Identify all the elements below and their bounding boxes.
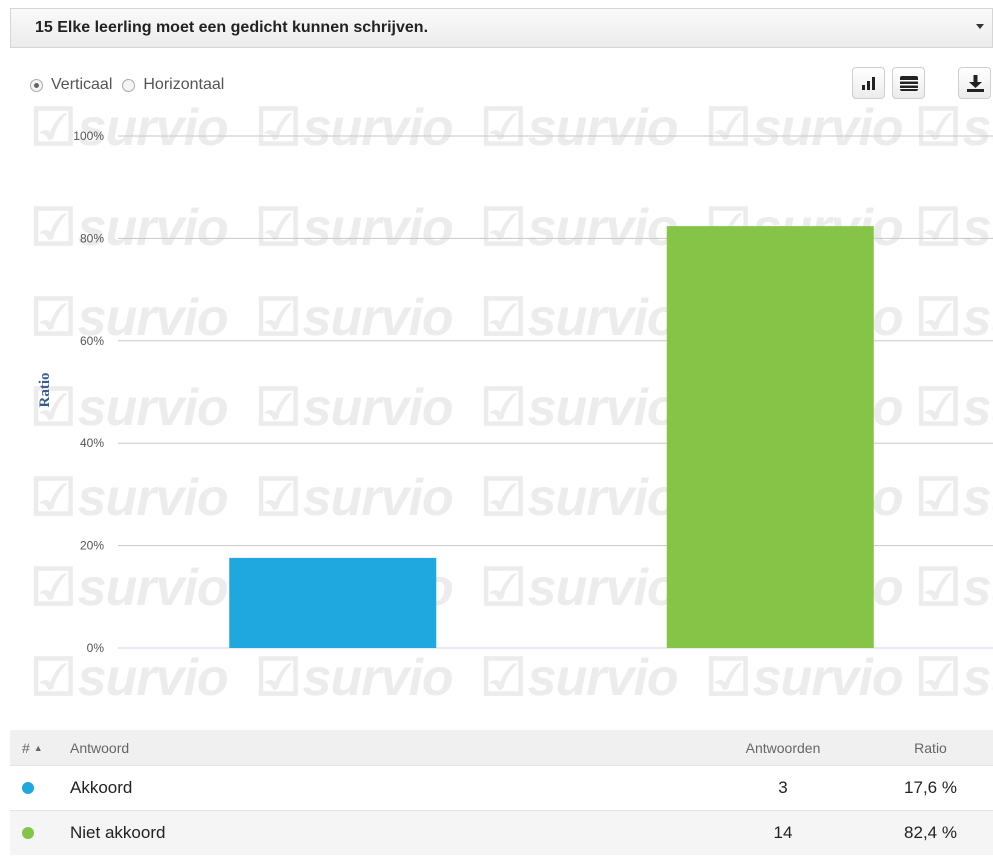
bar-chart-view-button[interactable] bbox=[852, 67, 885, 99]
bar-chart-icon bbox=[862, 77, 875, 90]
col-num-header[interactable]: # ▲ bbox=[10, 740, 58, 756]
y-tick-label: 60% bbox=[80, 334, 104, 348]
download-icon bbox=[967, 75, 984, 92]
col-ratio-header[interactable]: Ratio bbox=[868, 740, 993, 756]
y-tick-label: 20% bbox=[80, 539, 104, 553]
row-answer: Akkoord bbox=[70, 778, 133, 797]
row-count: 3 bbox=[778, 778, 788, 797]
y-tick-label: 100% bbox=[73, 129, 104, 143]
radio-horizontal-label: Horizontaal bbox=[143, 76, 225, 93]
series-color-dot bbox=[22, 782, 34, 794]
bar-niet-akkoord[interactable] bbox=[666, 226, 874, 648]
series-color-dot bbox=[22, 827, 34, 839]
table-row: Akkoord 3 17,6 % bbox=[10, 765, 993, 810]
col-answer-header[interactable]: Antwoord bbox=[58, 740, 698, 756]
y-tick-label: 0% bbox=[87, 641, 105, 655]
y-axis-label: Ratio bbox=[37, 373, 53, 408]
radio-vertical-label: Verticaal bbox=[51, 76, 113, 93]
results-table: # ▲ Antwoord Antwoorden Ratio Akkoord 3 … bbox=[10, 730, 993, 855]
orientation-controls: Verticaal Horizontaal bbox=[30, 76, 234, 94]
table-row: Niet akkoord 14 82,4 % bbox=[10, 810, 993, 855]
bars bbox=[229, 226, 874, 648]
bar-chart: 0% 20% 40% 60% 80% 100% Ratio bbox=[37, 129, 993, 655]
y-tick-labels: 0% 20% 40% 60% 80% 100% bbox=[73, 129, 104, 655]
y-tick-label: 80% bbox=[80, 231, 104, 245]
radio-horizontal[interactable]: Horizontaal bbox=[122, 76, 224, 94]
row-answer: Niet akkoord bbox=[70, 823, 166, 842]
radio-vertical-indicator bbox=[30, 78, 43, 92]
table-header: # ▲ Antwoord Antwoorden Ratio bbox=[10, 730, 993, 765]
question-panel: 15 Elke leerling moet een gedicht kunnen… bbox=[10, 8, 993, 861]
y-tick-label: 40% bbox=[80, 436, 104, 450]
col-num-label: # bbox=[22, 739, 30, 756]
sort-asc-icon: ▲ bbox=[33, 742, 43, 753]
radio-horizontal-indicator bbox=[122, 78, 136, 92]
question-title: 15 Elke leerling moet een gedicht kunnen… bbox=[35, 19, 429, 36]
table-view-button[interactable] bbox=[892, 67, 925, 99]
radio-vertical[interactable]: Verticaal bbox=[30, 76, 112, 94]
row-ratio: 17,6 % bbox=[904, 778, 957, 797]
row-ratio: 82,4 % bbox=[904, 823, 957, 842]
col-count-header[interactable]: Antwoorden bbox=[698, 740, 868, 756]
question-header[interactable]: 15 Elke leerling moet een gedicht kunnen… bbox=[10, 8, 993, 48]
table-icon bbox=[900, 76, 918, 91]
chart-area: ☑survio☑survio☑survio☑survio☑survio☑surv… bbox=[10, 48, 993, 730]
caret-down-icon[interactable] bbox=[976, 24, 984, 29]
bar-akkoord[interactable] bbox=[229, 557, 437, 648]
row-count: 14 bbox=[773, 823, 793, 842]
download-button[interactable] bbox=[958, 67, 991, 99]
